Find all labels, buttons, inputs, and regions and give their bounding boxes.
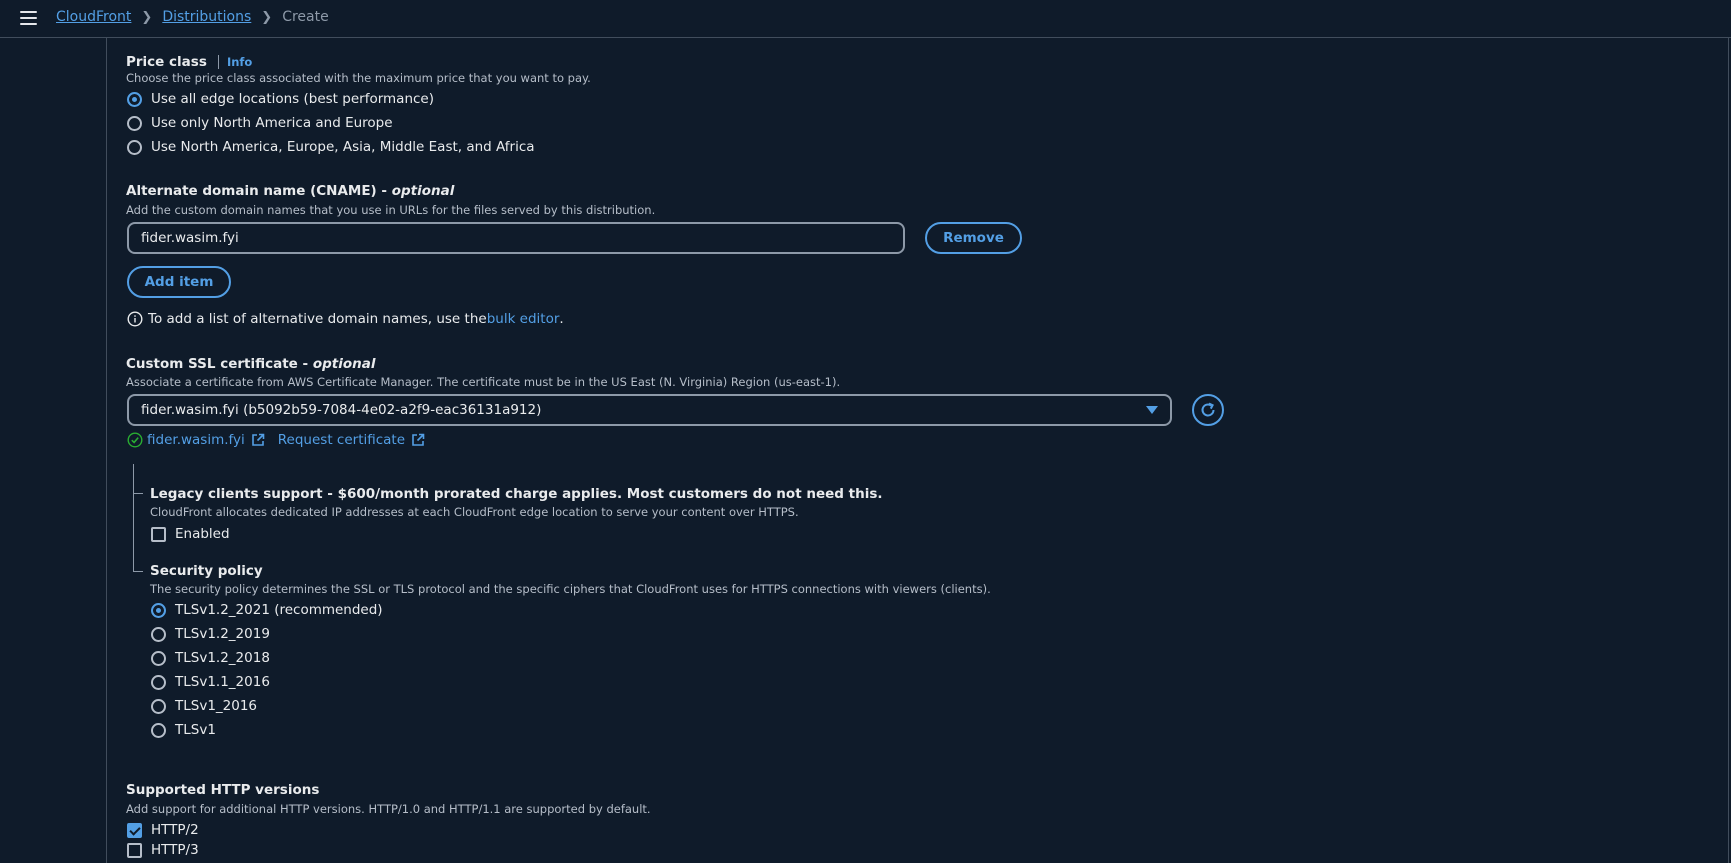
price-class-description: Choose the price class associated with t… — [126, 71, 591, 85]
caret-down-icon — [1146, 406, 1158, 414]
request-certificate-link[interactable]: Request certificate — [278, 432, 405, 448]
option-label: TLSv1.2_2021 (recommended) — [175, 602, 383, 618]
cname-optional: optional — [391, 183, 455, 199]
option-label: TLSv1_2016 — [175, 698, 258, 714]
hint-suffix: . — [559, 311, 564, 327]
checkbox-label: HTTP/3 — [151, 842, 199, 858]
refresh-icon — [1201, 402, 1215, 417]
radio-button[interactable] — [127, 91, 142, 107]
refresh-button[interactable] — [1192, 394, 1224, 426]
hint-text: To add a list of alternative domain name… — [148, 311, 487, 327]
info-circle-icon — [127, 311, 143, 327]
breadcrumb: CloudFront ❯ Distributions ❯ Create — [56, 9, 329, 25]
cname-label-text: Alternate domain name (CNAME) - — [126, 183, 392, 199]
tls-option-1-2016[interactable]: TLSv1_2016 — [151, 698, 257, 714]
option-label: TLSv1 — [175, 722, 216, 738]
tls-option-1[interactable]: TLSv1 — [151, 722, 216, 738]
cname-description: Add the custom domain names that you use… — [126, 203, 656, 217]
http-versions-description: Add support for additional HTTP versions… — [126, 802, 651, 816]
ssl-label: Custom SSL certificate - optional — [126, 356, 375, 372]
add-item-button[interactable]: Add item — [127, 266, 231, 298]
certificate-link[interactable]: fider.wasim.fyi — [147, 432, 245, 448]
option-label: Use all edge locations (best performance… — [151, 91, 434, 107]
bulk-editor-hint: To add a list of alternative domain name… — [127, 311, 564, 327]
price-class-option-na-eu-asia[interactable]: Use North America, Europe, Asia, Middle … — [127, 139, 535, 155]
cname-label: Alternate domain name (CNAME) - optional — [126, 183, 454, 199]
ssl-selected-value: fider.wasim.fyi (b5092b59-7084-4e02-a2f9… — [141, 402, 542, 418]
option-label: TLSv1.1_2016 — [175, 674, 270, 690]
option-label: TLSv1.2_2019 — [175, 626, 270, 642]
http2-checkbox[interactable]: HTTP/2 — [127, 822, 199, 838]
ssl-label-text: Custom SSL certificate - — [126, 356, 313, 372]
chevron-right-icon: ❯ — [141, 9, 153, 25]
radio-button[interactable] — [151, 722, 166, 738]
legacy-enabled-checkbox[interactable]: Enabled — [151, 526, 230, 542]
price-class-header: Price class Info — [126, 51, 253, 70]
success-check-icon — [127, 432, 143, 448]
checkbox-label: Enabled — [175, 526, 230, 542]
checkbox[interactable] — [127, 822, 142, 838]
cname-input[interactable] — [127, 222, 905, 254]
option-label: Use only North America and Europe — [151, 115, 393, 131]
radio-button[interactable] — [151, 650, 166, 666]
radio-button[interactable] — [151, 674, 166, 690]
scrollbar-track[interactable] — [1728, 38, 1729, 863]
remove-button[interactable]: Remove — [925, 222, 1022, 254]
http3-checkbox[interactable]: HTTP/3 — [127, 842, 199, 858]
http-versions-label: Supported HTTP versions — [126, 782, 320, 798]
ssl-certificate-select[interactable]: fider.wasim.fyi (b5092b59-7084-4e02-a2f9… — [127, 394, 1172, 426]
legacy-clients-description: CloudFront allocates dedicated IP addres… — [150, 505, 799, 519]
tls-option-1-2-2018[interactable]: TLSv1.2_2018 — [151, 650, 270, 666]
tree-connector — [133, 571, 143, 572]
breadcrumb-cloudfront[interactable]: CloudFront — [56, 9, 131, 25]
ssl-optional: optional — [312, 356, 376, 372]
radio-button[interactable] — [127, 139, 142, 155]
breadcrumb-current: Create — [282, 9, 329, 25]
option-label: TLSv1.2_2018 — [175, 650, 270, 666]
radio-button[interactable] — [151, 602, 166, 618]
price-class-label: Price class — [126, 54, 207, 70]
radio-button[interactable] — [151, 626, 166, 642]
hamburger-menu-icon[interactable] — [20, 11, 37, 25]
breadcrumb-distributions[interactable]: Distributions — [162, 9, 251, 25]
radio-button[interactable] — [127, 115, 142, 131]
tree-connector — [133, 464, 134, 572]
price-class-option-na-eu[interactable]: Use only North America and Europe — [127, 115, 393, 131]
radio-button[interactable] — [151, 698, 166, 714]
security-policy-description: The security policy determines the SSL o… — [150, 582, 991, 596]
content-left-border — [106, 38, 107, 863]
tls-option-1-1-2016[interactable]: TLSv1.1_2016 — [151, 674, 270, 690]
checkbox[interactable] — [151, 526, 166, 542]
chevron-right-icon: ❯ — [261, 9, 273, 25]
external-link-icon[interactable] — [251, 433, 265, 447]
external-link-icon[interactable] — [411, 433, 425, 447]
top-navigation-bar: CloudFront ❯ Distributions ❯ Create — [0, 0, 1731, 38]
ssl-description: Associate a certificate from AWS Certifi… — [126, 375, 841, 389]
price-class-option-all[interactable]: Use all edge locations (best performance… — [127, 91, 434, 107]
option-label: Use North America, Europe, Asia, Middle … — [151, 139, 535, 155]
legacy-clients-label: Legacy clients support - $600/month pror… — [150, 486, 883, 502]
checkbox-label: HTTP/2 — [151, 822, 199, 838]
certificate-links: fider.wasim.fyi Request certificate — [127, 432, 425, 448]
tls-option-1-2-2019[interactable]: TLSv1.2_2019 — [151, 626, 270, 642]
checkbox[interactable] — [127, 842, 142, 858]
tree-connector — [133, 493, 143, 494]
price-class-info-link[interactable]: Info — [217, 55, 253, 69]
security-policy-label: Security policy — [150, 563, 263, 579]
tls-option-1-2-2021[interactable]: TLSv1.2_2021 (recommended) — [151, 602, 383, 618]
bulk-editor-link[interactable]: bulk editor — [487, 311, 560, 327]
